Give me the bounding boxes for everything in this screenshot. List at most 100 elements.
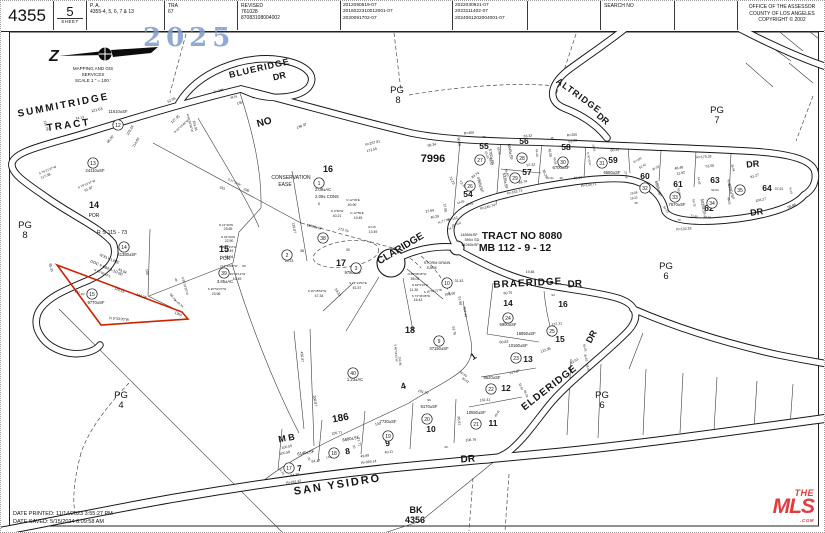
- road-label-elderidge-dr: DR: [584, 328, 599, 345]
- revision-list-2: 2022030921-07 2023111402-07 202406120200…: [453, 1, 528, 30]
- parcel-circle-number: 14: [121, 245, 127, 251]
- map-label: 24.41: [546, 176, 554, 180]
- map-label: 7730±SF: [380, 419, 397, 424]
- map-label: R=15: [788, 187, 794, 195]
- map-label: 71.71: [356, 437, 361, 446]
- map-label: 19.45: [354, 216, 363, 220]
- map-label: 19.15: [591, 144, 596, 152]
- map-label: 80.82: [461, 376, 470, 384]
- sheet-label: SHEET: [57, 18, 83, 24]
- date-saved: DATE SAVED: 5/15/2024 8:09:58 AM: [13, 518, 113, 526]
- map-label: 132.41: [479, 398, 490, 403]
- map-label: 58.34: [427, 142, 436, 147]
- map-label: 100.58: [279, 450, 290, 456]
- lot-14-por: 14: [89, 200, 99, 210]
- map-label: 20: [444, 445, 448, 449]
- map-label: 50.56: [456, 137, 461, 146]
- map-label: 60.25: [610, 147, 619, 152]
- road-network-fill: [1, 31, 825, 532]
- map-label: POR: [89, 213, 100, 219]
- road-label-san-ysidro-dr: DR: [460, 453, 476, 465]
- map-label: 47.34: [315, 294, 324, 298]
- map-label: 38.04: [730, 164, 736, 173]
- map-label: 49.55: [547, 148, 552, 157]
- map-label: 136.37: [296, 122, 307, 130]
- map-label: 5035±SF: [700, 198, 708, 215]
- map-label: 127.95: [170, 114, 181, 124]
- lot-58: 58: [561, 142, 571, 152]
- lot-60: 60: [640, 171, 650, 181]
- parcel-circle-number: 34: [709, 201, 715, 207]
- map-label: 32.61: [570, 357, 580, 365]
- parcel-circle-number: 38: [320, 236, 326, 242]
- map-label: 161: [219, 185, 226, 191]
- parcel-circle-number: 33: [672, 195, 678, 201]
- map-labels-layer: SUMMITRIDGETRACTBLUERIDGEDRNO7996ALTRIDG…: [17, 56, 797, 525]
- map-label: 68.58: [496, 147, 502, 155]
- map-label: 85.31: [48, 263, 54, 273]
- parcel-circle-number: 35: [737, 188, 743, 194]
- map-label: 172.55: [366, 147, 377, 153]
- map-label: 96.50: [106, 135, 115, 144]
- map-label: 37.55: [442, 203, 447, 212]
- parcel-circle-number: 20: [424, 417, 430, 423]
- map-label: 37.61: [775, 187, 784, 191]
- map-label: 106.76: [465, 438, 476, 443]
- map-label: 40.11: [384, 449, 393, 454]
- parcel-circle-number: 18: [331, 451, 337, 457]
- lot-16-conservation: 16: [323, 164, 333, 174]
- map-label: R=134.71: [581, 182, 597, 188]
- map-label: 200.87: [312, 395, 318, 406]
- map-label: 80: [242, 264, 246, 268]
- parcel-circle-number: 27: [477, 158, 483, 164]
- map-label: 13.49: [369, 230, 378, 234]
- map-label: 55.04: [411, 277, 420, 281]
- map-label: 83.32: [523, 134, 532, 139]
- map-label: 40: [634, 201, 638, 205]
- parcel-circle-number: 12: [115, 123, 121, 129]
- compass-glyph: Z: [48, 48, 60, 65]
- map-label: 52.76: [451, 326, 456, 335]
- map-label: 122.35: [540, 346, 551, 354]
- map-label: 22.50: [225, 239, 234, 243]
- map-label: S 85°18'20"W: [181, 276, 190, 295]
- map-label: 24110±SF: [86, 168, 105, 173]
- map-label: 51.50: [705, 164, 714, 169]
- label-bk: BK: [410, 505, 423, 515]
- map-label: 20: [352, 445, 357, 450]
- map-label: 4: [118, 400, 123, 411]
- map-label: 100.55: [281, 444, 292, 450]
- compass-note-line3: SCALE 1 " = 100 ': [75, 78, 111, 83]
- map-label: 64.40: [535, 149, 540, 157]
- road-label-blueridge-dr: DR: [272, 70, 287, 83]
- map-label: 51.68: [457, 296, 462, 305]
- road-label-dr-upper-right: DR: [746, 158, 760, 169]
- map-label: 55.03: [582, 344, 588, 353]
- parcel-circle-number: 2: [286, 253, 289, 259]
- map-label: 92.02: [711, 188, 719, 192]
- map-label: N 3°50'W: [331, 209, 344, 213]
- empty-cell-2: [675, 1, 738, 30]
- map-label: 7: [714, 115, 719, 126]
- road-network: [1, 31, 825, 532]
- map-label: 49.97: [573, 176, 582, 181]
- map-label: EASE: [427, 266, 438, 270]
- map-label: 19080±SF: [306, 223, 323, 231]
- search-no-label: SEARCH NO: [604, 3, 674, 9]
- map-label: 9170±SF: [421, 404, 438, 409]
- map-label: 40.21: [333, 214, 342, 218]
- map-label: 60.70: [503, 291, 512, 296]
- lot-8: 8: [345, 446, 351, 457]
- lot-17: 17: [336, 258, 346, 268]
- map-label: 108.27: [755, 197, 766, 203]
- map-label: 104.44: [462, 306, 467, 317]
- map-label: 49.89: [360, 453, 369, 458]
- revised-cell: REVISED 761028 87083108004002: [238, 1, 341, 30]
- lot-15-8080: 15: [555, 334, 565, 344]
- parcel-circle-number: 19: [385, 434, 391, 440]
- map-label: 52.42: [638, 162, 647, 169]
- map-label: 70: [677, 218, 681, 222]
- map-label: 38.91: [230, 94, 239, 100]
- mls-logo-mls: MLS: [773, 498, 814, 516]
- sheet-cell: 5 SHEET: [54, 1, 87, 30]
